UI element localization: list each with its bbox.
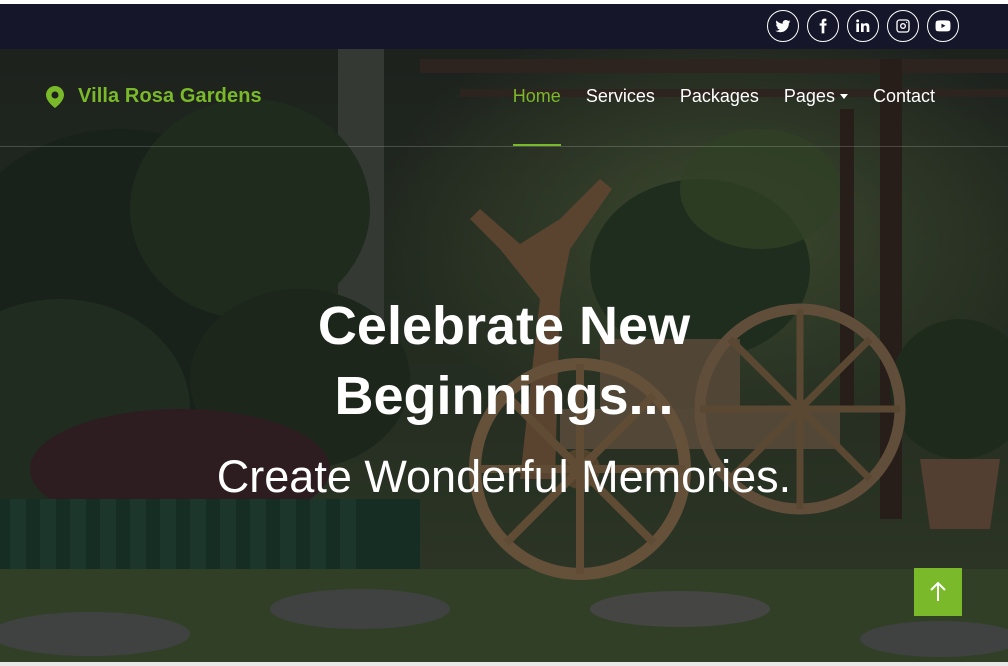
facebook-link[interactable] xyxy=(807,10,839,42)
youtube-icon xyxy=(935,20,951,32)
map-marker-icon xyxy=(46,85,64,108)
nav-services[interactable]: Services xyxy=(586,86,655,107)
brand-logo[interactable]: Villa Rosa Gardens xyxy=(46,85,262,108)
facebook-icon xyxy=(819,18,827,34)
top-bar xyxy=(0,4,1008,49)
hero-subtitle: Create Wonderful Memories. xyxy=(216,451,792,502)
arrow-up-icon xyxy=(930,581,946,601)
nav-contact[interactable]: Contact xyxy=(873,86,935,107)
brand-name: Villa Rosa Gardens xyxy=(78,85,262,107)
social-links xyxy=(767,10,959,42)
nav-home[interactable]: Home xyxy=(512,86,561,146)
caret-down-icon xyxy=(839,94,848,99)
instagram-link[interactable] xyxy=(887,10,919,42)
hero-title: Celebrate New Beginnings... xyxy=(317,296,691,426)
nav-pages-dropdown[interactable]: Pages xyxy=(784,86,848,107)
main-navbar: Villa Rosa Gardens Home Services Package… xyxy=(0,49,1008,147)
hero-section: Villa Rosa Gardens Home Services Package… xyxy=(0,49,1008,662)
nav-packages[interactable]: Packages xyxy=(680,86,759,107)
back-to-top-button[interactable] xyxy=(914,568,962,616)
linkedin-icon xyxy=(856,19,870,32)
nav-menu: Home Services Packages Pages Contact xyxy=(512,86,935,146)
twitter-link[interactable] xyxy=(767,10,799,42)
youtube-link[interactable] xyxy=(927,10,959,42)
twitter-icon xyxy=(775,20,791,33)
nav-pages-label: Pages xyxy=(783,86,835,106)
page-bottom-edge xyxy=(0,662,1008,666)
linkedin-link[interactable] xyxy=(847,10,879,42)
instagram-icon xyxy=(896,19,910,33)
